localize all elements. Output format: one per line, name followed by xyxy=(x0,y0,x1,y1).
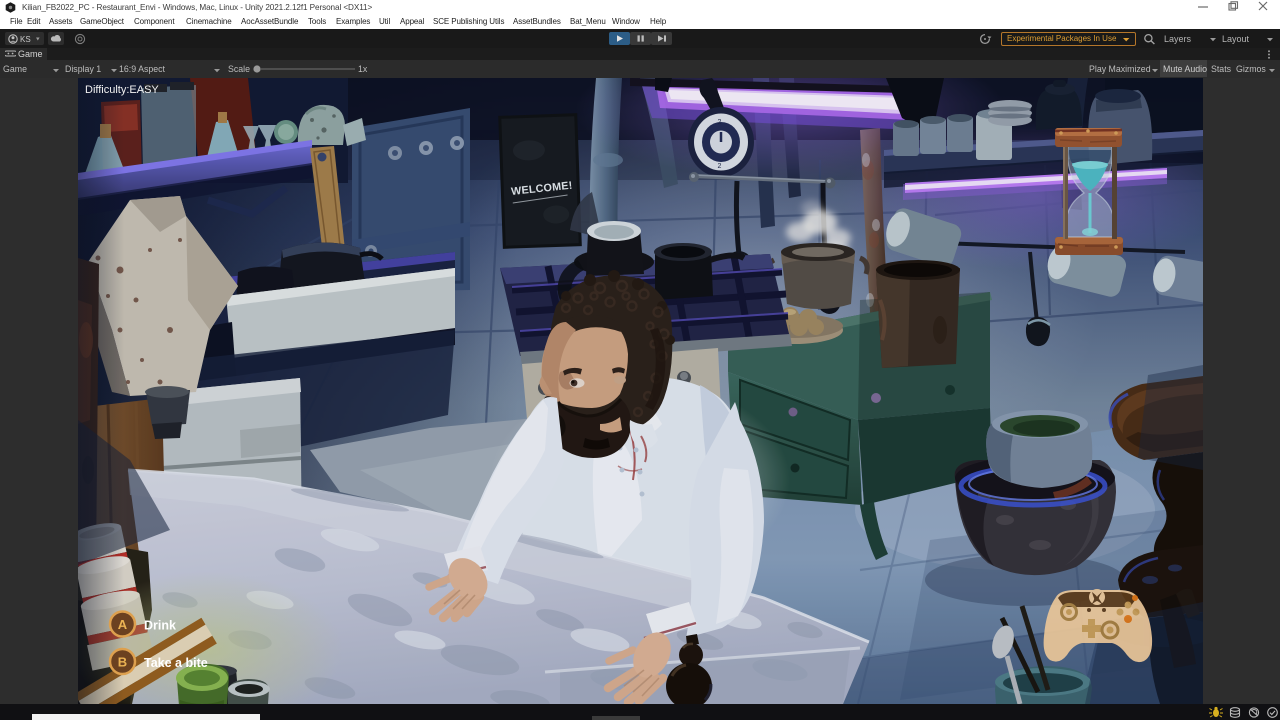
svg-text:Drink: Drink xyxy=(144,619,176,633)
svg-text:KS: KS xyxy=(20,35,31,44)
svg-text:Take a bite: Take a bite xyxy=(144,656,208,670)
svg-text:A: A xyxy=(118,617,128,632)
svg-text:B: B xyxy=(118,655,127,670)
svg-text:Difficulty:EASY: Difficulty:EASY xyxy=(85,84,159,96)
